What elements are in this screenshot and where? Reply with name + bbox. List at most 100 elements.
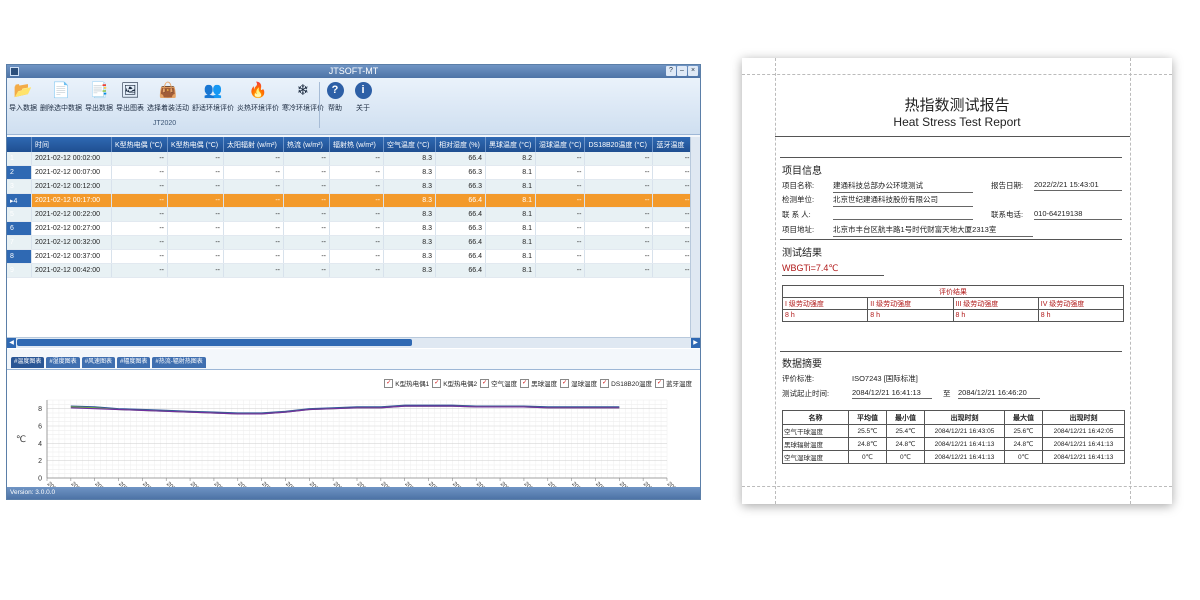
column-header[interactable]: 空气温度 (°C) [383,137,436,152]
table-row[interactable]: 3 2021-02-12 00:12:00 -- -- -- -- -- 8.3 66.3 8.1… [7,179,694,194]
labor-level: II 级劳动强度 [867,297,954,310]
close-button[interactable]: × [688,66,698,76]
ribbon-tool-8[interactable]: ❄ 寒冷环境评价 [282,80,324,113]
table-row[interactable]: 1 2021-02-12 00:02:00 -- -- -- -- -- 8.3 66.4 8.2… [7,152,694,166]
help-button[interactable]: ? 帮助 [325,80,345,113]
app-window: JTSOFT-MT ? – × 📂 导入数据 📄 删除选中数据 📑 导出数据 🖼 导出图表 👜 选… [6,64,701,500]
legend-item[interactable]: ✓ 黑球温度 [520,378,557,388]
ribbon-tool-6[interactable]: 👥 舒适环境评价 [192,80,234,113]
legend-item[interactable]: ✓ 空气温度 [480,378,517,388]
legend-item[interactable]: ✓ K型热电偶2 [432,378,477,388]
table-cell: ▸4 [7,193,32,208]
column-header[interactable] [7,137,32,152]
results-section-heading: 测试结果 [782,248,822,259]
delete-document-icon: 📄 [51,82,71,99]
summary-cell: 2084/12/21 16:41:13 [1042,450,1125,464]
table-cell: 8.1 [485,207,536,222]
vertical-scrollbar[interactable] [690,137,700,337]
legend-checkbox[interactable]: ✓ [560,378,570,388]
chart-tab[interactable]: #辐度图表 [117,357,151,368]
divider [780,239,1122,240]
table-cell: -- [535,235,586,250]
scroll-left-arrow[interactable]: ◀ [7,338,16,348]
table-row[interactable]: 8 2021-02-12 00:37:00 -- -- -- -- -- 8.3 66.4 8.1… [7,249,694,264]
period-to: 至 [943,389,951,398]
table-cell: -- [652,165,694,180]
summary-cell: 空气干球温度 [782,424,849,438]
table-row[interactable]: 6 2021-02-12 00:27:00 -- -- -- -- -- 8.3 66.3 8.1… [7,221,694,236]
summary-cell: 2084/12/21 16:42:05 [1042,424,1125,438]
table-cell: -- [584,221,654,236]
summary-cell: 0℃ [1004,450,1043,464]
ribbon-tool-2[interactable]: 📄 删除选中数据 [40,80,82,113]
table-cell: -- [652,207,694,222]
y-tick-label: 6 [38,424,42,431]
table-cell: -- [329,221,384,236]
data-grid[interactable]: 时间 K型热电偶 (°C) K型热电偶 (°C) 太阳辐射 (w/m²) 热流 (w/m… [7,137,700,349]
column-header[interactable]: K型热电偶 (°C) [111,137,168,152]
summary-cell: 2084/12/21 16:41:13 [924,450,1005,464]
chart-tab[interactable]: #热流-辐射热图表 [152,357,206,368]
about-button[interactable]: i 关于 [353,80,373,113]
ribbon-tool-5[interactable]: 👜 选择着装活动 [147,80,189,113]
table-cell: 2021-02-12 00:22:00 [31,207,112,222]
column-header[interactable]: 太阳辐射 (w/m²) [223,137,284,152]
legend-label: 湿球温度 [571,381,598,388]
test-unit: 北京世纪建通科技股份有限公司 [833,194,973,207]
scroll-thumb[interactable] [17,339,412,346]
legend-checkbox[interactable]: ✓ [384,378,394,388]
table-cell: -- [223,179,284,194]
project-section-heading: 项目信息 [782,166,822,177]
ribbon-tool-label: 导出数据 [85,105,113,112]
table-row[interactable]: 2 2021-02-12 00:07:00 -- -- -- -- -- 8.3 66.3 8.1… [7,165,694,180]
legend-checkbox[interactable]: ✓ [432,378,442,388]
chart-tab[interactable]: #风速图表 [81,357,116,368]
column-header[interactable]: 时间 [31,137,112,152]
chart-tab[interactable]: #温度图表 [11,357,45,368]
chart-tab[interactable]: #湿度图表 [46,357,80,368]
legend-item[interactable]: ✓ K型热电偶1 [384,378,429,388]
column-header[interactable]: 热流 (w/m²) [283,137,330,152]
legend-checkbox[interactable]: ✓ [600,378,610,388]
summary-column-header: 平均值 [848,410,887,425]
contact [833,209,973,220]
legend-item[interactable]: ✓ 湿球温度 [560,378,597,388]
table-cell: -- [111,207,168,222]
table-row[interactable]: ▸4 2021-02-12 00:17:00 -- -- -- -- -- 8.3 66.4 8.… [7,193,694,208]
summary-cell: 24.8℃ [1004,437,1043,451]
table-cell: 2021-02-12 00:17:00 [31,193,112,208]
table-cell: 8 [7,249,32,264]
column-header[interactable]: 辐射热 (w/m²) [329,137,384,152]
column-header[interactable]: K型热电偶 (°C) [167,137,224,152]
ribbon-tool-3[interactable]: 📑 导出数据 [85,80,113,113]
column-header[interactable]: 湿球温度 (°C) [535,137,586,152]
legend-item[interactable]: ✓ DS18B20温度 [600,378,652,388]
minimize-button[interactable]: – [677,66,687,76]
column-header[interactable]: 相对湿度 (%) [435,137,486,152]
labor-level: I 级劳动强度 [781,297,869,310]
horizontal-scrollbar[interactable]: ◀ ▶ [7,337,700,348]
table-cell: 8.3 [383,165,436,180]
ribbon-tool-1[interactable]: 📂 导入数据 [9,80,37,113]
column-header[interactable]: DS18B20温度 (°C) [584,137,654,152]
table-cell: -- [223,235,284,250]
table-row[interactable]: 5 2021-02-12 00:22:00 -- -- -- -- -- 8.3 66.4 8.1… [7,207,694,222]
legend-item[interactable]: ✓ 蓝牙温度 [655,378,692,388]
report-date: 2022/2/21 15:43:01 [1034,180,1122,191]
chart-tabs: #温度图表 #湿度图表 #风速图表 #辐度图表 #热流-辐射热图表 [7,357,206,368]
period-label: 测试起止时间: [782,389,830,398]
ribbon-tool-7[interactable]: 🔥 炎热环境评价 [237,80,279,113]
scroll-right-arrow[interactable]: ▶ [691,338,700,348]
table-cell: 8.3 [383,207,436,222]
legend-checkbox[interactable]: ✓ [655,378,664,388]
help-window-button[interactable]: ? [666,66,676,76]
legend-checkbox[interactable]: ✓ [520,378,530,388]
table-row[interactable]: 7 2021-02-12 00:32:00 -- -- -- -- -- 8.3 66.4 8.1… [7,235,694,250]
column-header[interactable]: 蓝牙温度 [652,137,694,152]
column-header[interactable]: 黑球温度 (°C) [485,137,536,152]
legend-checkbox[interactable]: ✓ [480,378,490,388]
ribbon-tool-label: 炎热环境评价 [237,105,279,112]
ribbon-tool-4[interactable]: 🖼 导出图表 [116,80,144,113]
table-row[interactable]: 9 2021-02-12 00:42:00 -- -- -- -- -- 8.3 66.4 8.1… [7,263,694,278]
table-cell: -- [535,193,586,208]
